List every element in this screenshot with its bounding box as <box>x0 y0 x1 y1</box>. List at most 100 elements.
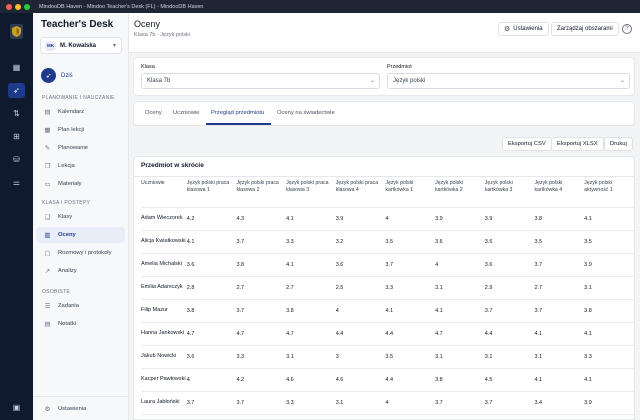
class-select[interactable]: Klasa 7b ⌄ <box>141 73 380 89</box>
grade-cell[interactable]: 3.5 <box>584 230 634 253</box>
grade-cell[interactable]: 2.7 <box>534 414 584 419</box>
sidebar-item-notes[interactable]: ▤ Notatki <box>36 316 125 332</box>
column-header[interactable]: Język polski kartkówka 3 <box>485 179 535 207</box>
grade-cell[interactable]: 3.9 <box>584 253 634 276</box>
grade-cell[interactable]: 4 <box>336 299 386 322</box>
grade-cell[interactable]: 2.9 <box>286 414 336 419</box>
grade-cell[interactable]: 3.6 <box>485 253 535 276</box>
grade-cell[interactable]: 3.4 <box>534 391 584 414</box>
grade-cell[interactable]: 3.8 <box>435 368 485 391</box>
grade-cell[interactable]: 4.6 <box>286 368 336 391</box>
grade-cell[interactable]: 3.3 <box>336 414 386 419</box>
grade-cell[interactable]: 4 <box>385 207 435 230</box>
grade-cell[interactable]: 3.9 <box>584 391 634 414</box>
grade-cell[interactable]: 3.1 <box>485 345 535 368</box>
grade-cell[interactable]: 4.1 <box>286 207 336 230</box>
sidebar-item-lesson[interactable]: ❒ Lekcja <box>36 158 125 174</box>
grade-cell[interactable]: 3.7 <box>236 391 286 414</box>
sidebar-item-schedule[interactable]: ▦ Plan lekcji <box>36 122 125 138</box>
grade-cell[interactable]: 3.8 <box>286 299 336 322</box>
grade-cell[interactable]: 3 <box>236 414 286 419</box>
column-header[interactable]: Język polski aktywność 1 <box>584 179 634 207</box>
grade-cell[interactable]: 3.3 <box>286 230 336 253</box>
table-row[interactable]: Maria Piotrowski2.732.93.33.33.33.12.73 <box>141 414 634 419</box>
table-row[interactable]: Adam Wieczorek 4.2 4.3 4.1 3.9 4 3.9 3.9 3.8 4.1 <box>141 207 634 230</box>
grade-cell[interactable]: 4.1 <box>584 368 634 391</box>
grid-plus-icon[interactable]: ⊞ <box>8 129 25 144</box>
close-window-button[interactable] <box>6 3 12 10</box>
grade-cell[interactable]: 4.4 <box>336 322 386 345</box>
database-icon[interactable]: ⛁ <box>8 152 25 167</box>
column-header[interactable]: Język polski kartkówka 1 <box>385 179 435 207</box>
grade-cell[interactable]: 3.1 <box>534 345 584 368</box>
grade-cell[interactable]: 4.4 <box>385 322 435 345</box>
grade-cell[interactable]: 2.9 <box>485 276 535 299</box>
manage-areas-button[interactable]: Zarządzaj obszarami <box>551 22 619 36</box>
export-csv-button[interactable]: Eksportuj CSV <box>502 137 552 151</box>
settings-button[interactable]: ⚙ Ustawienia <box>498 22 549 36</box>
sidebar-item-planning[interactable]: ✎ Planowanie <box>36 140 125 156</box>
grade-cell[interactable]: 3.8 <box>534 207 584 230</box>
table-row[interactable]: Laura Jabłoński 3.7 3.7 3.3 3.1 4 3.7 3.7 3.4 3.9 <box>141 391 634 414</box>
table-row[interactable]: Amelia Michalski 3.6 3.8 4.1 3.6 3.7 4 3.6 3.7 3.… <box>141 253 634 276</box>
column-header[interactable]: Język polski kartkówka 4 <box>534 179 584 207</box>
grade-cell[interactable]: 4.1 <box>286 253 336 276</box>
grade-cell[interactable]: 2.7 <box>236 276 286 299</box>
user-selector[interactable]: MK M. Kowalska ▾ <box>40 37 122 54</box>
grade-cell[interactable]: 4.1 <box>435 299 485 322</box>
grade-cell[interactable]: 4 <box>187 368 237 391</box>
layout-icon[interactable]: ▣ <box>8 400 25 415</box>
rocket-icon[interactable]: ➶ <box>8 83 25 98</box>
grade-cell[interactable]: 2.7 <box>534 276 584 299</box>
grade-cell[interactable]: 3.1 <box>435 276 485 299</box>
sidebar-item-calendar[interactable]: ▤ Kalendarz <box>36 104 125 120</box>
grade-cell[interactable]: 4.1 <box>584 207 634 230</box>
grade-cell[interactable]: 4.1 <box>534 322 584 345</box>
grade-cell[interactable]: 3.9 <box>435 207 485 230</box>
grade-cell[interactable]: 3.6 <box>187 345 237 368</box>
grade-cell[interactable]: 3 <box>336 345 386 368</box>
grade-cell[interactable]: 4.7 <box>236 322 286 345</box>
grade-cell[interactable]: 3.3 <box>385 414 435 419</box>
grade-cell[interactable]: 3.1 <box>485 414 535 419</box>
grade-cell[interactable]: 2.7 <box>286 276 336 299</box>
column-header-students[interactable]: Uczniowie <box>141 179 187 207</box>
app-logo-icon[interactable] <box>10 24 23 39</box>
grade-cell[interactable]: 4.2 <box>236 368 286 391</box>
grade-cell[interactable]: 4.7 <box>435 322 485 345</box>
sidebar-item-materials[interactable]: ▭ Materiały <box>36 176 125 192</box>
grade-cell[interactable]: 2.5 <box>336 276 386 299</box>
sidebar-item-grades[interactable]: ▥ Oceny <box>36 227 125 243</box>
tab-grades[interactable]: Oceny <box>145 110 162 116</box>
grade-cell[interactable]: 3.3 <box>584 345 634 368</box>
grade-cell[interactable]: 3.9 <box>485 207 535 230</box>
table-row[interactable]: Alicja Kwiatkowski 4.1 3.7 3.3 3.2 3.5 3.6 3.6 3… <box>141 230 634 253</box>
grade-cell[interactable]: 3.5 <box>534 230 584 253</box>
grade-cell[interactable]: 2.8 <box>187 276 237 299</box>
help-icon[interactable]: ? <box>622 24 632 34</box>
grade-cell[interactable]: 3.6 <box>435 230 485 253</box>
grade-cell[interactable]: 4.5 <box>485 368 535 391</box>
tab-students[interactable]: Uczniowie <box>173 110 199 116</box>
sidebar-item-conversations[interactable]: ▢ Rozmowy i protokoły <box>36 245 125 261</box>
zoom-window-button[interactable] <box>24 3 30 10</box>
grade-cell[interactable]: 4.7 <box>187 322 237 345</box>
export-xlsx-button[interactable]: Eksportuj XLSX <box>551 137 604 151</box>
sidebar-item-classes[interactable]: ❑ Klasy <box>36 209 125 225</box>
grade-cell[interactable]: 3.5 <box>385 345 435 368</box>
grade-cell[interactable]: 3.3 <box>385 276 435 299</box>
grade-cell[interactable]: 4.1 <box>385 299 435 322</box>
grade-cell[interactable]: 3.3 <box>286 391 336 414</box>
table-row[interactable]: Jakub Nowicki 3.6 3.3 3.1 3 3.5 3.1 3.1 3.1 3.3 <box>141 345 634 368</box>
grade-cell[interactable]: 3.8 <box>187 299 237 322</box>
today-link[interactable]: ➶ Dziś <box>41 68 73 83</box>
grade-cell[interactable]: 3.8 <box>584 299 634 322</box>
grade-cell[interactable]: 3.1 <box>584 276 634 299</box>
grade-cell[interactable]: 4.2 <box>187 207 237 230</box>
print-button[interactable]: Drukuj <box>604 137 633 151</box>
grade-cell[interactable]: 4.4 <box>485 322 535 345</box>
grade-cell[interactable]: 3.1 <box>435 345 485 368</box>
grade-cell[interactable]: 3.7 <box>236 299 286 322</box>
subject-select[interactable]: Język polski ⌄ <box>387 73 630 89</box>
grade-cell[interactable]: 3.7 <box>187 391 237 414</box>
